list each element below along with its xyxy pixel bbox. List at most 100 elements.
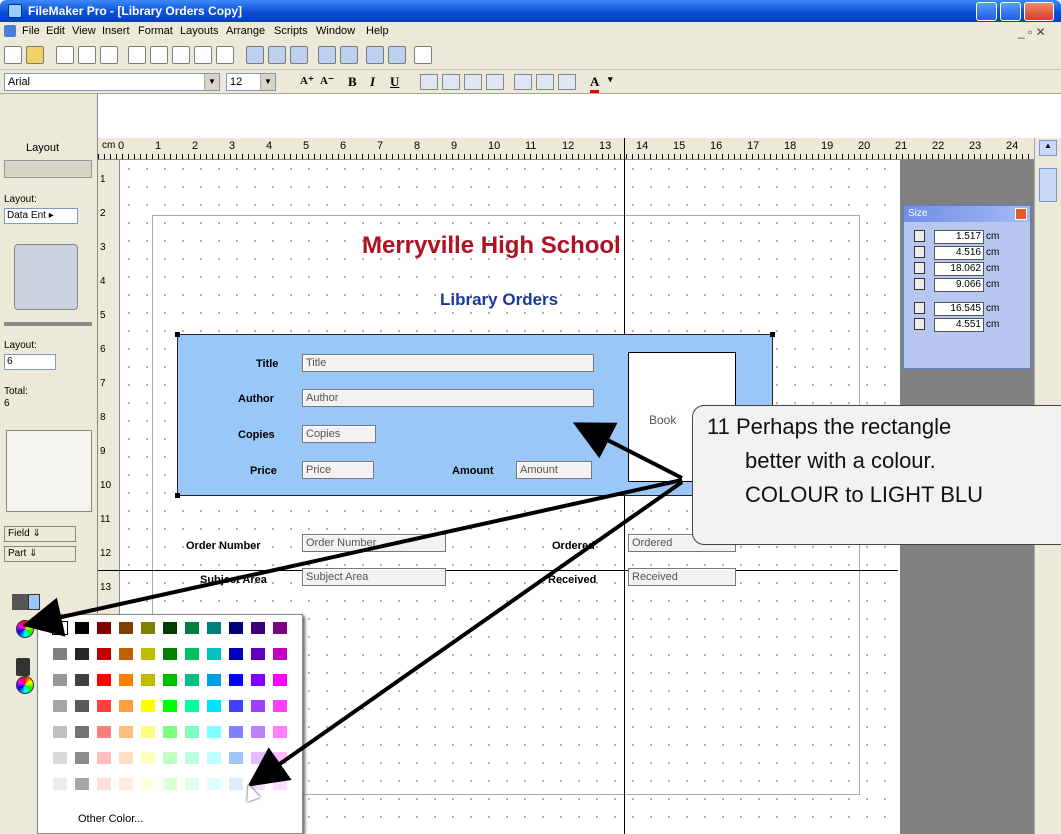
color-swatch[interactable] <box>118 777 134 791</box>
align-center-icon[interactable] <box>442 74 460 90</box>
color-swatch[interactable] <box>118 621 134 635</box>
color-swatch[interactable] <box>74 699 90 713</box>
right-value[interactable]: 18.062 <box>934 262 984 276</box>
field-tool-button[interactable]: Field ⇓ <box>4 526 76 542</box>
indent-icon[interactable] <box>514 74 532 90</box>
menu-window[interactable]: Window <box>316 25 355 37</box>
cut-icon[interactable] <box>128 46 146 64</box>
layout-icon-3[interactable] <box>290 46 308 64</box>
browse-icon[interactable] <box>318 46 336 64</box>
menu-layouts[interactable]: Layouts <box>180 25 219 37</box>
color-swatch[interactable] <box>52 621 68 635</box>
resize-handle[interactable] <box>175 332 180 337</box>
sort-icon[interactable] <box>366 46 384 64</box>
color-swatch[interactable] <box>272 725 288 739</box>
color-swatch[interactable] <box>162 699 178 713</box>
tool-palette[interactable] <box>6 430 92 512</box>
paste-icon[interactable] <box>172 46 190 64</box>
chevron-down-icon[interactable]: ▾ <box>608 74 613 85</box>
align-right-icon[interactable] <box>464 74 482 90</box>
help-icon[interactable] <box>414 46 432 64</box>
color-swatch[interactable] <box>96 751 112 765</box>
left-value[interactable]: 1.517 <box>934 230 984 244</box>
open-icon[interactable] <box>26 46 44 64</box>
color-swatch[interactable] <box>118 751 134 765</box>
color-swatch[interactable] <box>162 621 178 635</box>
color-swatch[interactable] <box>272 777 288 791</box>
color-swatch[interactable] <box>140 673 156 687</box>
color-swatch[interactable] <box>52 725 68 739</box>
color-swatch[interactable] <box>74 673 90 687</box>
height-value[interactable]: 4.551 <box>934 318 984 332</box>
color-swatch[interactable] <box>162 725 178 739</box>
mode-buttons[interactable] <box>4 160 92 178</box>
checkbox-icon[interactable] <box>56 46 74 64</box>
decrease-font-icon[interactable]: A⁻ <box>320 74 334 87</box>
color-swatch[interactable] <box>184 725 200 739</box>
color-swatch[interactable] <box>206 699 222 713</box>
color-swatch[interactable] <box>96 699 112 713</box>
mode-tab[interactable]: Layout <box>26 142 59 154</box>
received-field[interactable]: Received <box>628 568 736 586</box>
fill-bucket-icon[interactable] <box>12 594 28 610</box>
underline-button[interactable]: U <box>390 74 399 90</box>
field-icon[interactable] <box>388 46 406 64</box>
color-swatch[interactable] <box>206 751 222 765</box>
menu-edit[interactable]: Edit <box>46 25 65 37</box>
menu-file[interactable]: File <box>22 25 40 37</box>
amount-field[interactable]: Amount <box>516 461 592 479</box>
color-swatch[interactable] <box>162 673 178 687</box>
color-swatch[interactable] <box>118 725 134 739</box>
color-swatch[interactable] <box>206 725 222 739</box>
menu-view[interactable]: View <box>72 25 96 37</box>
close-icon[interactable] <box>1015 208 1027 220</box>
color-swatch[interactable] <box>74 647 90 661</box>
book-icon[interactable] <box>14 244 78 310</box>
color-swatch[interactable] <box>206 777 222 791</box>
color-swatch[interactable] <box>272 647 288 661</box>
italic-button[interactable]: I <box>370 74 375 90</box>
justify-icon[interactable] <box>486 74 504 90</box>
other-color-button[interactable]: Other Color... <box>78 813 143 825</box>
color-swatch[interactable] <box>140 699 156 713</box>
menu-help[interactable]: Help <box>366 25 389 37</box>
color-swatch[interactable] <box>184 699 200 713</box>
color-swatch[interactable] <box>118 673 134 687</box>
color-swatch[interactable] <box>272 621 288 635</box>
subtitle[interactable]: Library Orders <box>440 290 558 310</box>
color-swatch[interactable] <box>96 673 112 687</box>
mdi-controls-icon[interactable]: _ ▫ ✕ <box>1018 25 1046 39</box>
color-swatch[interactable] <box>118 699 134 713</box>
color-swatch[interactable] <box>96 777 112 791</box>
top-value[interactable]: 4.516 <box>934 246 984 260</box>
minimize-button[interactable] <box>976 2 997 21</box>
maximize-button[interactable] <box>1000 2 1021 21</box>
new-icon[interactable] <box>4 46 22 64</box>
color-swatch[interactable] <box>250 647 266 661</box>
close-button[interactable] <box>1024 2 1054 21</box>
find-icon[interactable] <box>340 46 358 64</box>
color-swatch[interactable] <box>206 647 222 661</box>
color-swatch[interactable] <box>118 647 134 661</box>
undo-icon[interactable] <box>216 46 234 64</box>
width-value[interactable]: 16.545 <box>934 302 984 316</box>
menu-format[interactable]: Format <box>138 25 173 37</box>
color-swatch[interactable] <box>250 725 266 739</box>
copy-icon[interactable] <box>150 46 168 64</box>
color-swatch[interactable] <box>272 751 288 765</box>
size-palette[interactable]: Size 1.517 cm 4.516 cm 18.062 cm 9.066 cm 16… <box>903 205 1031 369</box>
resize-handle[interactable] <box>175 493 180 498</box>
title-field[interactable]: Title <box>302 354 594 372</box>
color-swatch[interactable] <box>250 673 266 687</box>
color-swatch[interactable] <box>74 777 90 791</box>
color-swatch[interactable] <box>250 699 266 713</box>
layout-slider[interactable] <box>4 322 92 326</box>
menu-arrange[interactable]: Arrange <box>226 25 265 37</box>
layout-number-field[interactable]: 6 <box>4 354 56 370</box>
color-swatch[interactable] <box>184 751 200 765</box>
color-swatch[interactable] <box>162 777 178 791</box>
color-swatch[interactable] <box>184 673 200 687</box>
scroll-thumb[interactable] <box>1039 168 1057 202</box>
color-swatch[interactable] <box>74 751 90 765</box>
layout-icon-2[interactable] <box>268 46 286 64</box>
